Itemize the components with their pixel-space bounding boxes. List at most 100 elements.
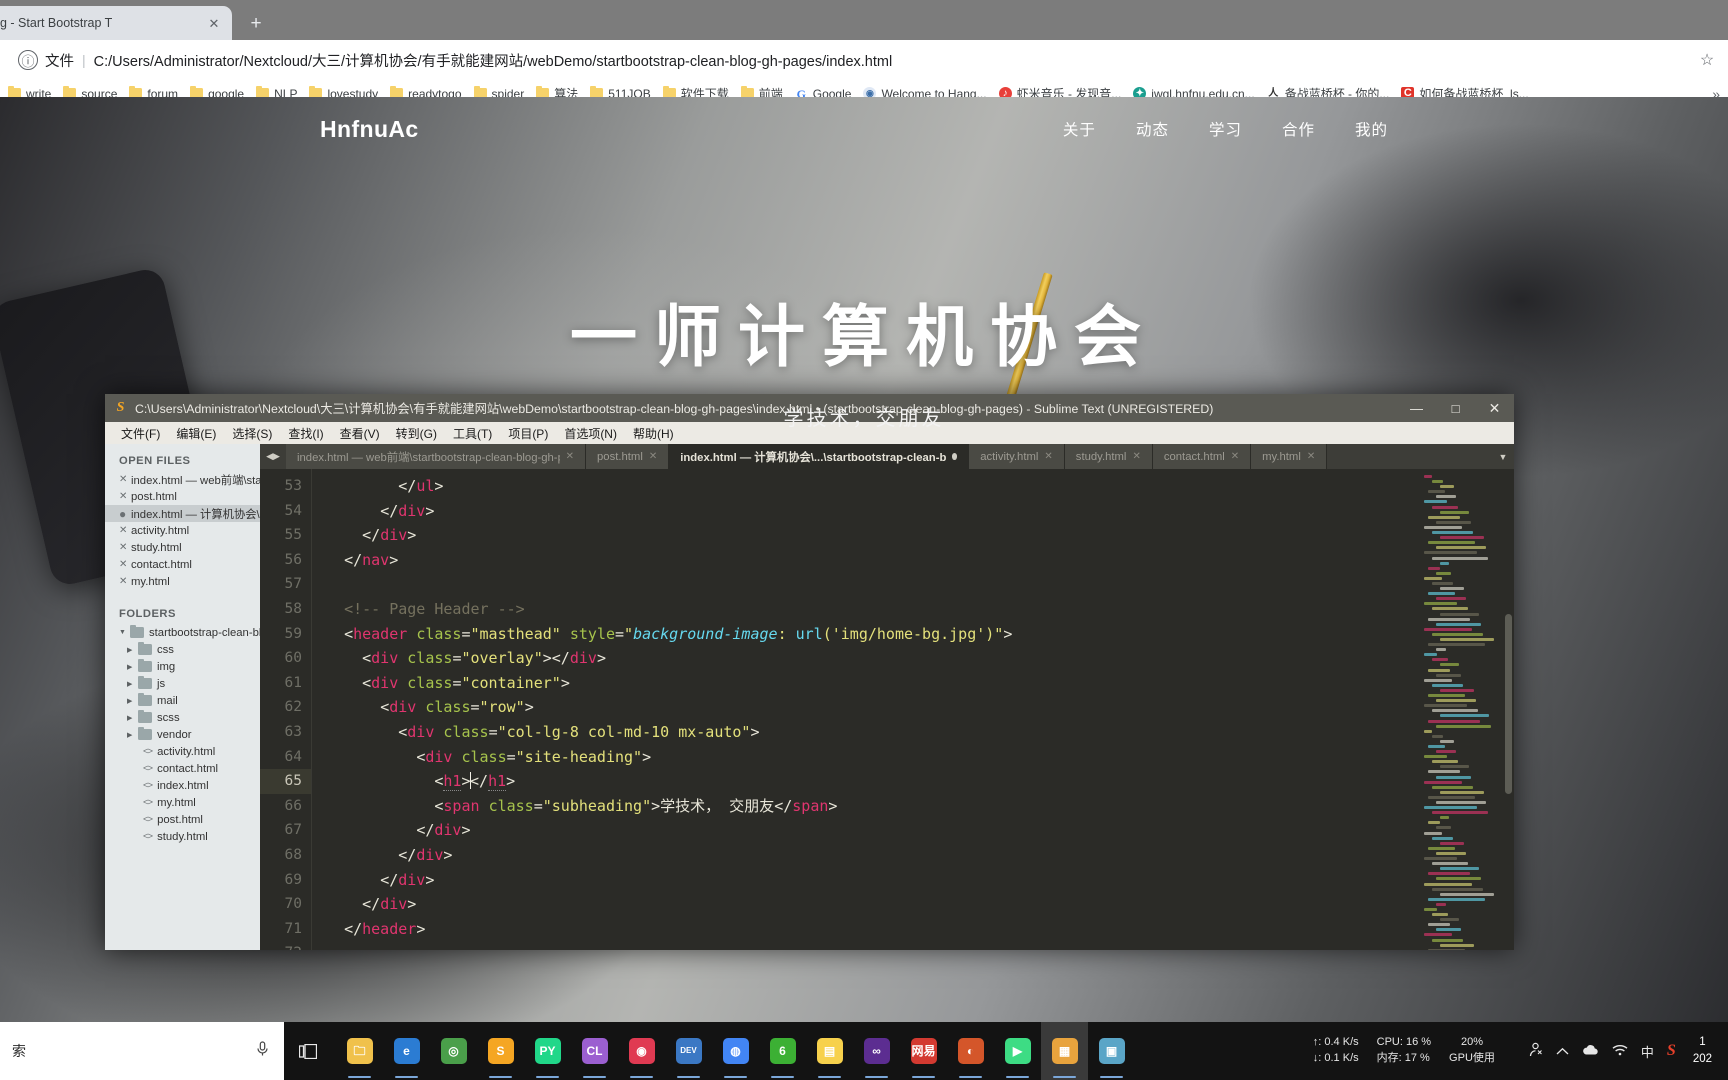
- folder-row[interactable]: ▶ mail: [105, 692, 260, 709]
- taskbar-app-dev-tool[interactable]: DEV: [665, 1022, 712, 1080]
- code-line[interactable]: </div>: [326, 843, 1514, 868]
- open-file-row[interactable]: ✕ study.html: [105, 539, 260, 556]
- browser-tab[interactable]: g - Start Bootstrap T ✕: [0, 6, 232, 40]
- chevron-right-icon[interactable]: ▶: [127, 697, 138, 705]
- open-file-row[interactable]: ✕ activity.html: [105, 522, 260, 539]
- close-icon[interactable]: ✕: [119, 559, 131, 570]
- sogou-icon[interactable]: S: [1667, 1042, 1676, 1060]
- code-line[interactable]: </div>: [326, 523, 1514, 548]
- omnibox-url-text[interactable]: C:/Users/Administrator/Nextcloud/大三/计算机协…: [94, 50, 1696, 71]
- code-line[interactable]: <div class="site-heading">: [326, 745, 1514, 770]
- close-icon[interactable]: ✕: [119, 576, 131, 587]
- code-line[interactable]: [326, 572, 1514, 597]
- editor-tab[interactable]: index.html — web前端\startbootstrap-clean-…: [286, 444, 586, 469]
- open-file-row[interactable]: ✕index.html — web前端\startb: [105, 471, 260, 488]
- taskbar-app-notepad[interactable]: ▤: [806, 1022, 853, 1080]
- taskbar-app-qq-browser[interactable]: ◎: [430, 1022, 477, 1080]
- folder-row[interactable]: ▶ scss: [105, 709, 260, 726]
- folder-row[interactable]: ▶ vendor: [105, 726, 260, 743]
- close-icon[interactable]: ✕: [206, 15, 222, 31]
- nav-link-合作[interactable]: 合作: [1282, 118, 1315, 140]
- omnibox[interactable]: ⓘ 文件 | C:/Users/Administrator/Nextcloud/…: [0, 40, 1728, 80]
- code-line[interactable]: </header>: [326, 917, 1514, 942]
- cloud-icon[interactable]: [1582, 1043, 1599, 1059]
- wifi-icon[interactable]: [1612, 1043, 1628, 1059]
- chevron-right-icon[interactable]: ▶: [127, 663, 138, 671]
- editor-tab[interactable]: my.html ✕: [1251, 444, 1328, 469]
- open-file-row[interactable]: ✕ my.html: [105, 573, 260, 590]
- open-file-row[interactable]: ✕ post.html: [105, 488, 260, 505]
- folder-root-row[interactable]: ▼ startbootstrap-clean-blo: [105, 624, 260, 641]
- editor-scrollbar[interactable]: [1505, 614, 1512, 794]
- new-tab-button[interactable]: +: [242, 9, 270, 37]
- file-row[interactable]: <> study.html: [105, 828, 260, 845]
- code-text[interactable]: </ul> </div> </div> </nav> <!-- Page Hea…: [312, 469, 1514, 950]
- taskbar-search-box[interactable]: 索: [0, 1022, 284, 1080]
- editor-tab[interactable]: index.html — 计算机协会\...\startbootstrap-cl…: [669, 444, 970, 469]
- code-line[interactable]: <div class="col-lg-8 col-md-10 mx-auto">: [326, 720, 1514, 745]
- close-icon[interactable]: ✕: [119, 542, 131, 553]
- chevron-up-icon[interactable]: [1556, 1043, 1569, 1059]
- nav-link-学习[interactable]: 学习: [1209, 118, 1242, 140]
- close-icon[interactable]: ✕: [566, 451, 574, 462]
- code-line[interactable]: <span class="subheading">学技术， 交朋友</span>: [326, 794, 1514, 819]
- code-line[interactable]: <header class="masthead" style="backgrou…: [326, 622, 1514, 647]
- close-icon[interactable]: ✕: [119, 525, 131, 536]
- taskbar-app-sublime-text-taskbar[interactable]: S: [477, 1022, 524, 1080]
- taskbar-app-sublime-merge[interactable]: ◐: [947, 1022, 994, 1080]
- editor-tab[interactable]: contact.html ✕: [1152, 444, 1252, 469]
- taskbar-app-file-explorer[interactable]: 🗀: [336, 1022, 383, 1080]
- close-icon[interactable]: ✕: [119, 491, 131, 502]
- code-line[interactable]: </div>: [326, 499, 1514, 524]
- open-file-row[interactable]: ✕ contact.html: [105, 556, 260, 573]
- editor-tab[interactable]: post.html ✕: [586, 444, 670, 469]
- code-editor[interactable]: 53 54 55 56 57 58 59 60 61 62 63 64 65 66 67 68 69 70 71 72…: [260, 469, 1514, 950]
- taskbar-app-android-studio[interactable]: ▶: [994, 1022, 1041, 1080]
- code-line[interactable]: <div class="container">: [326, 671, 1514, 696]
- open-file-row[interactable]: ● index.html — 计算机协会\...\: [105, 505, 260, 522]
- code-line[interactable]: </nav>: [326, 548, 1514, 573]
- taskbar-app-active-sublime[interactable]: ▦: [1041, 1022, 1088, 1080]
- tab-nav-arrows[interactable]: ◀▶: [260, 444, 286, 469]
- microphone-icon[interactable]: [252, 1041, 272, 1061]
- chevron-down-icon[interactable]: ▼: [119, 629, 130, 636]
- taskbar-clock[interactable]: 1 202: [1689, 1034, 1720, 1067]
- nav-link-关于[interactable]: 关于: [1063, 118, 1096, 140]
- code-line[interactable]: <div class="row">: [326, 695, 1514, 720]
- code-line[interactable]: </div>: [326, 868, 1514, 893]
- code-line[interactable]: <!-- Page Header -->: [326, 597, 1514, 622]
- taskbar-app-visual-studio[interactable]: ∞: [853, 1022, 900, 1080]
- file-row[interactable]: <> activity.html: [105, 743, 260, 760]
- people-icon[interactable]: [1528, 1042, 1543, 1060]
- close-icon[interactable]: ✕: [1044, 451, 1052, 462]
- folder-row[interactable]: ▶ img: [105, 658, 260, 675]
- close-icon[interactable]: ✕: [1231, 451, 1239, 462]
- close-icon[interactable]: ✕: [1307, 451, 1315, 462]
- taskbar-app-wechat[interactable]: 6: [759, 1022, 806, 1080]
- code-minimap[interactable]: [1424, 469, 1502, 950]
- taskbar-app-netease-music[interactable]: 网易: [900, 1022, 947, 1080]
- ime-icon[interactable]: 中: [1641, 1042, 1654, 1061]
- close-icon[interactable]: ✕: [649, 451, 657, 462]
- folder-row[interactable]: ▶ css: [105, 641, 260, 658]
- taskbar-app-webstorm[interactable]: ◉: [618, 1022, 665, 1080]
- code-line[interactable]: <h1></h1>: [326, 769, 1514, 794]
- file-row[interactable]: <> my.html: [105, 794, 260, 811]
- file-row[interactable]: <> contact.html: [105, 760, 260, 777]
- file-row[interactable]: <> index.html: [105, 777, 260, 794]
- code-line[interactable]: </ul>: [326, 474, 1514, 499]
- bookmark-star-icon[interactable]: ☆: [1696, 50, 1718, 70]
- code-line[interactable]: </div>: [326, 892, 1514, 917]
- code-line[interactable]: <div class="overlay"></div>: [326, 646, 1514, 671]
- editor-tab[interactable]: activity.html ✕: [969, 444, 1065, 469]
- chevron-down-icon[interactable]: ▼: [1492, 444, 1514, 469]
- nav-link-动态[interactable]: 动态: [1136, 118, 1169, 140]
- close-icon[interactable]: ✕: [1132, 451, 1140, 462]
- chevron-right-icon[interactable]: ▶: [127, 714, 138, 722]
- task-view-icon[interactable]: [284, 1022, 332, 1080]
- close-icon[interactable]: ✕: [119, 474, 131, 485]
- editor-tab[interactable]: study.html ✕: [1064, 444, 1153, 469]
- sublime-text-window[interactable]: S C:\Users\Administrator\Nextcloud\大三\计算…: [105, 394, 1514, 950]
- page-info-icon[interactable]: ⓘ: [18, 50, 38, 70]
- site-brand[interactable]: HnfnuAc: [320, 116, 419, 143]
